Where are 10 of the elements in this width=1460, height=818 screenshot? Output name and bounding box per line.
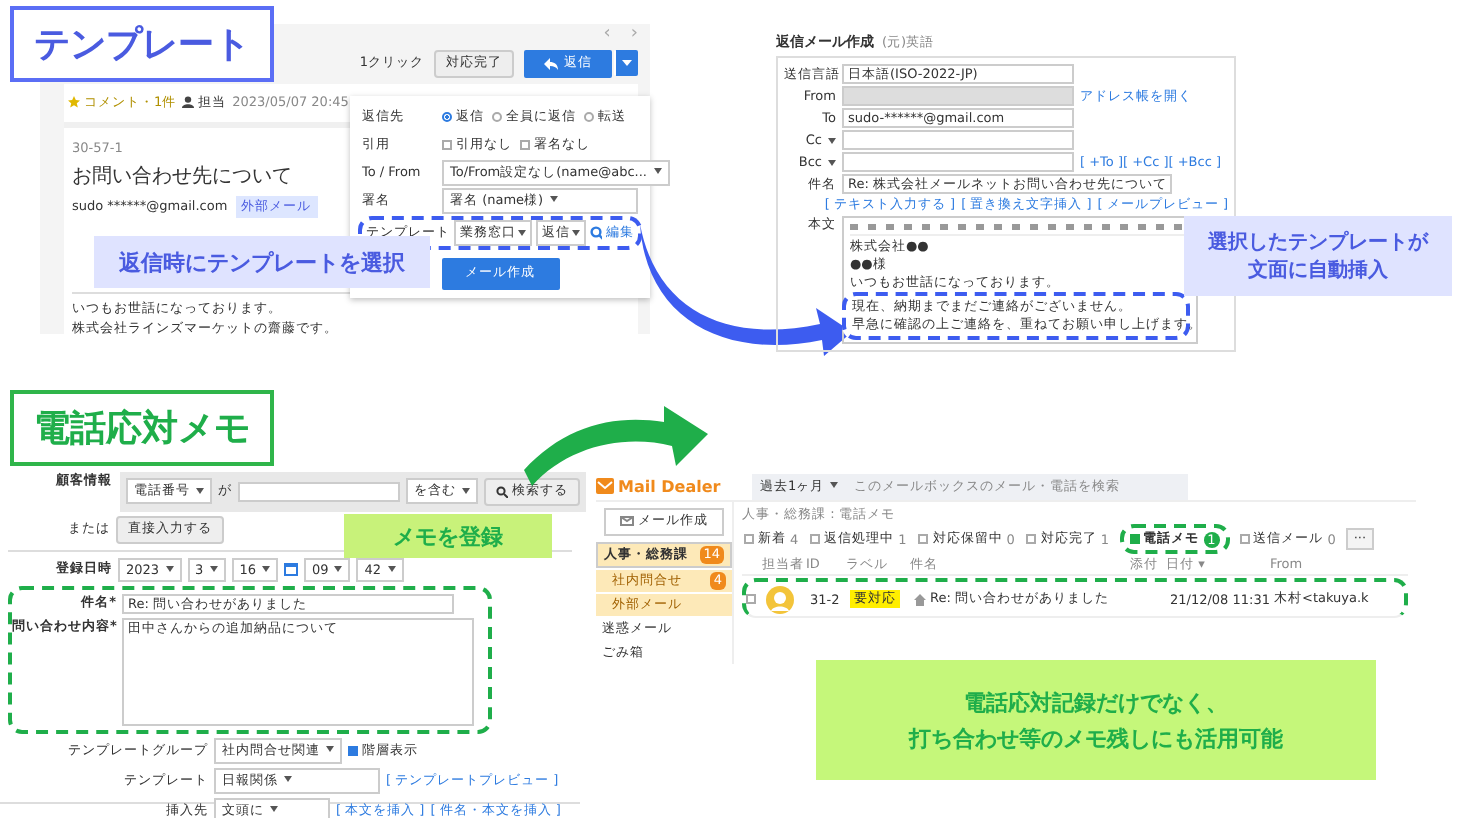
- section-heading: テンプレート: [10, 6, 274, 82]
- callout-line: 選択したテンプレートが: [1208, 228, 1428, 256]
- app-logo: Mail Dealer: [596, 477, 732, 495]
- section-heading: 電話応対メモ: [10, 390, 274, 466]
- callout-line: 打ち合わせ等のメモ残しにも活用可能: [909, 723, 1283, 753]
- callout-line: 電話応対記録だけでなく、: [964, 687, 1228, 717]
- callout: 返信時にテンプレートを選択: [94, 236, 430, 288]
- callout: メモを登録: [344, 514, 552, 558]
- callout-line: 文面に自動挿入: [1248, 257, 1388, 284]
- mail-subject: お問い合わせ先について: [72, 163, 292, 190]
